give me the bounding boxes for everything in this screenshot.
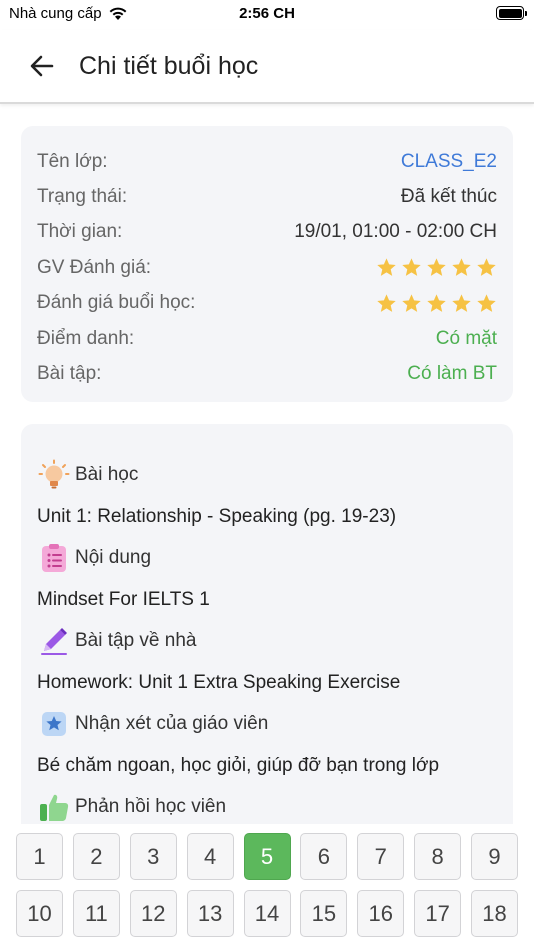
page-button-4[interactable]: 4 bbox=[186, 833, 234, 880]
status-value: Đã kết thúc bbox=[400, 186, 497, 208]
attendance-value: Có mặt bbox=[435, 327, 497, 349]
star-icon bbox=[427, 294, 446, 312]
info-row-class: Tên lớp: CLASS_E2 bbox=[37, 144, 497, 179]
lesson-section-head: Bài học bbox=[37, 454, 497, 496]
lesson-title: Bài học bbox=[75, 464, 139, 485]
session-detail-card: Bài học Unit 1: Relationship - Speaking … bbox=[21, 424, 513, 844]
info-row-time: Thời gian: 19/01, 01:00 - 02:00 CH bbox=[37, 215, 497, 250]
page-button-9[interactable]: 9 bbox=[471, 833, 518, 880]
time-value: 19/01, 01:00 - 02:00 CH bbox=[294, 221, 497, 243]
star-icon bbox=[452, 294, 471, 312]
student-feedback-title: Phản hồi học viên bbox=[75, 796, 227, 817]
class-link[interactable]: CLASS_E2 bbox=[401, 151, 497, 173]
homework-text: Homework: Unit 1 Extra Speaking Exercise bbox=[37, 672, 401, 693]
page-button-5[interactable]: 5 bbox=[243, 833, 291, 880]
attendance-label: Điểm danh: bbox=[37, 327, 135, 349]
lightbulb-icon bbox=[37, 458, 71, 492]
status-time: 2:56 CH bbox=[239, 5, 295, 22]
star-badge-icon bbox=[37, 707, 71, 741]
star-icon bbox=[377, 294, 396, 312]
lesson-text: Unit 1: Relationship - Speaking (pg. 19-… bbox=[37, 506, 397, 527]
session-rating-label: Đánh giá buổi học: bbox=[37, 292, 196, 314]
content-text: Mindset For IELTS 1 bbox=[37, 589, 210, 610]
pager-row-1: 123456789 bbox=[16, 833, 518, 880]
teacher-comment-section-head: Nhận xét của giáo viên bbox=[37, 703, 497, 745]
thumbs-up-icon bbox=[37, 790, 71, 824]
page-button-12[interactable]: 12 bbox=[129, 890, 177, 937]
star-icon bbox=[452, 258, 471, 277]
page-button-11[interactable]: 11 bbox=[72, 890, 120, 937]
homework-title: Bài tập về nhà bbox=[75, 630, 197, 651]
session-rating-stars bbox=[376, 293, 497, 314]
page-button-13[interactable]: 13 bbox=[186, 890, 234, 937]
homework-label: Bài tập: bbox=[37, 363, 102, 385]
page-button-8[interactable]: 8 bbox=[414, 833, 462, 880]
page-button-15[interactable]: 15 bbox=[300, 890, 348, 937]
content-section-head: Nội dung bbox=[37, 537, 497, 579]
clipboard-list-icon bbox=[37, 541, 71, 575]
star-icon bbox=[377, 258, 396, 277]
student-feedback-section-head: Phản hồi học viên bbox=[37, 786, 497, 828]
homework-value: Có làm BT bbox=[407, 363, 497, 385]
star-icon bbox=[477, 294, 496, 312]
class-label: Tên lớp: bbox=[37, 150, 108, 172]
homework-section-head: Bài tập về nhà bbox=[37, 620, 497, 662]
arrow-left-icon bbox=[30, 55, 54, 77]
pencil-icon bbox=[37, 624, 71, 658]
info-row-session-rating: Đánh giá buổi học: bbox=[37, 286, 497, 321]
session-info-card: Tên lớp: CLASS_E2 Trạng thái: Đã kết thú… bbox=[21, 126, 513, 402]
page-button-1[interactable]: 1 bbox=[16, 833, 63, 880]
page-button-3[interactable]: 3 bbox=[129, 833, 177, 880]
page-button-16[interactable]: 16 bbox=[357, 890, 405, 937]
info-row-teacher-rating: GV Đánh giá: bbox=[37, 250, 497, 285]
status-bar: Nhà cung cấp 2:56 CH bbox=[0, 0, 534, 30]
star-icon bbox=[477, 258, 496, 277]
page-title: Chi tiết buổi học bbox=[79, 51, 259, 80]
pager-row-2: 10 11 12 13 14 15 16 17 18 bbox=[16, 890, 518, 937]
info-row-homework: Bài tập: Có làm BT bbox=[37, 356, 497, 391]
page-button-18[interactable]: 18 bbox=[471, 890, 518, 937]
info-row-status: Trạng thái: Đã kết thúc bbox=[37, 179, 497, 214]
page-button-7[interactable]: 7 bbox=[357, 833, 405, 880]
star-icon bbox=[427, 258, 446, 277]
battery-icon bbox=[496, 6, 527, 20]
time-label: Thời gian: bbox=[37, 221, 123, 243]
session-pager: 123456789 10 11 12 13 14 15 16 17 18 bbox=[0, 824, 534, 950]
teacher-comment-title: Nhận xét của giáo viên bbox=[75, 713, 269, 734]
star-icon bbox=[402, 258, 421, 277]
back-button[interactable] bbox=[27, 51, 57, 81]
teacher-rating-label: GV Đánh giá: bbox=[37, 256, 152, 278]
page-button-2[interactable]: 2 bbox=[72, 833, 120, 880]
star-icon bbox=[402, 294, 421, 312]
teacher-comment-text: Bé chăm ngoan, học giỏi, giúp đỡ bạn tro… bbox=[37, 755, 440, 776]
status-label: Trạng thái: bbox=[37, 186, 128, 208]
page-button-17[interactable]: 17 bbox=[414, 890, 462, 937]
info-row-attendance: Điểm danh: Có mặt bbox=[37, 321, 497, 356]
page-button-14[interactable]: 14 bbox=[243, 890, 291, 937]
page-button-6[interactable]: 6 bbox=[300, 833, 348, 880]
app-header: Chi tiết buổi học bbox=[0, 30, 534, 104]
content-title: Nội dung bbox=[75, 547, 152, 568]
teacher-rating-stars bbox=[376, 257, 497, 278]
page-button-10[interactable]: 10 bbox=[16, 890, 63, 937]
